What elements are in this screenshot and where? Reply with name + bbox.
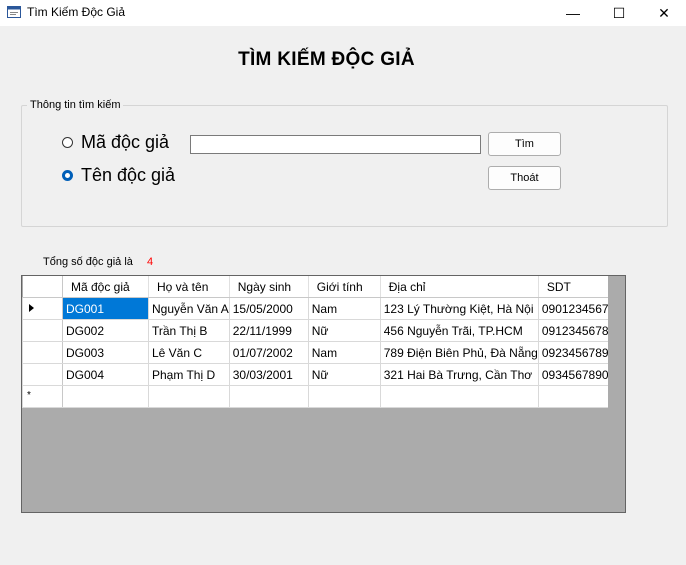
form-icon: [7, 6, 21, 18]
column-header[interactable]: Giới tính: [308, 276, 381, 298]
table-cell[interactable]: DG002: [62, 319, 149, 342]
window-title: Tìm Kiếm Độc Giả: [27, 5, 126, 19]
table-cell[interactable]: [148, 385, 230, 408]
table-cell[interactable]: DG003: [62, 341, 149, 364]
column-header[interactable]: Địa chỉ: [380, 276, 539, 298]
maximize-button[interactable]: ☐: [596, 0, 642, 26]
grid-scroll-area: [608, 276, 625, 512]
table-row[interactable]: DG002 Trần Thị B 22/11/1999 Nữ 456 Nguyễ…: [22, 319, 621, 342]
table-cell[interactable]: Lê Văn C: [148, 341, 230, 364]
reader-datagrid[interactable]: Mã độc giả Họ và tên Ngày sinh Giới tính…: [21, 275, 626, 513]
table-row[interactable]: DG004 Phạm Thị D 30/03/2001 Nữ 321 Hai B…: [22, 363, 621, 386]
table-cell[interactable]: Nữ: [307, 363, 381, 386]
table-cell[interactable]: DG001: [62, 297, 149, 320]
table-row[interactable]: DG003 Lê Văn C 01/07/2002 Nam 789 Điện B…: [22, 341, 621, 364]
table-row[interactable]: DG001 Nguyễn Văn A 15/05/2000 Nam 123 Lý…: [22, 297, 621, 320]
new-table-row[interactable]: *: [22, 385, 621, 408]
table-cell[interactable]: 789 Điện Biên Phủ, Đà Nẵng: [379, 341, 539, 364]
table-cell[interactable]: Nữ: [307, 319, 381, 342]
table-cell[interactable]: Trần Thị B: [148, 319, 230, 342]
reader-table: Mã độc giả Họ và tên Ngày sinh Giới tính…: [22, 276, 621, 408]
row-header[interactable]: [22, 297, 63, 320]
radio-ten-label[interactable]: Tên độc giả: [81, 165, 175, 186]
radio-ten-doc-gia[interactable]: Tên độc giả: [62, 165, 175, 186]
table-cell[interactable]: DG004: [62, 363, 149, 386]
heading-text: TÌM KIẾM ĐỘC GIẢ: [238, 49, 415, 70]
form-client-area: TÌM KIẾM ĐỘC GIẢ Thông tin tìm kiếm Mã đ…: [0, 26, 686, 565]
radio-ma-doc-gia[interactable]: Mã độc giả: [62, 132, 169, 153]
minimize-button[interactable]: —: [550, 0, 596, 26]
table-cell[interactable]: Nguyễn Văn A: [148, 297, 230, 320]
table-cell[interactable]: 456 Nguyễn Trãi, TP.HCM: [379, 319, 539, 342]
row-header[interactable]: *: [22, 385, 63, 408]
new-row-icon: *: [27, 390, 31, 401]
table-cell[interactable]: 321 Hai Bà Trưng, Cần Thơ: [379, 363, 539, 386]
row-header[interactable]: [22, 341, 63, 364]
table-cell[interactable]: 22/11/1999: [228, 319, 309, 342]
column-header[interactable]: Mã độc giả: [62, 276, 149, 298]
table-cell[interactable]: 30/03/2001: [228, 363, 309, 386]
current-row-arrow-icon: [29, 304, 34, 312]
table-cell[interactable]: 123 Lý Thường Kiệt, Hà Nội: [379, 297, 539, 320]
column-header[interactable]: Ngày sinh: [229, 276, 309, 298]
title-bar: Tìm Kiếm Độc Giả — ☐ ✕: [0, 0, 686, 26]
table-cell[interactable]: 15/05/2000: [228, 297, 309, 320]
table-cell[interactable]: [307, 385, 381, 408]
header-corner[interactable]: [22, 276, 63, 298]
search-input[interactable]: [190, 135, 481, 154]
table-header-row: Mã độc giả Họ và tên Ngày sinh Giới tính…: [22, 276, 621, 298]
exit-button[interactable]: Thoát: [488, 166, 561, 190]
table-cell[interactable]: Phạm Thị D: [148, 363, 230, 386]
radio-ma-label[interactable]: Mã độc giả: [81, 132, 169, 153]
table-cell[interactable]: 01/07/2002: [228, 341, 309, 364]
search-button[interactable]: Tìm: [488, 132, 561, 156]
total-label: Tổng số độc giả là: [43, 256, 133, 268]
table-cell[interactable]: Nam: [307, 297, 381, 320]
table-cell[interactable]: Nam: [307, 341, 381, 364]
row-header[interactable]: [22, 319, 63, 342]
radio-ten-circle[interactable]: [62, 170, 73, 181]
total-count: 4: [147, 256, 154, 268]
table-cell[interactable]: [62, 385, 149, 408]
row-header[interactable]: [22, 363, 63, 386]
close-button[interactable]: ✕: [641, 0, 686, 26]
column-header[interactable]: Họ và tên: [148, 276, 230, 298]
form-heading: TÌM KIẾM ĐỘC GIẢ: [0, 49, 686, 71]
radio-ma-circle[interactable]: [62, 137, 73, 148]
groupbox-title: Thông tin tìm kiếm: [27, 99, 124, 111]
table-cell[interactable]: [228, 385, 309, 408]
table-cell[interactable]: [379, 385, 539, 408]
